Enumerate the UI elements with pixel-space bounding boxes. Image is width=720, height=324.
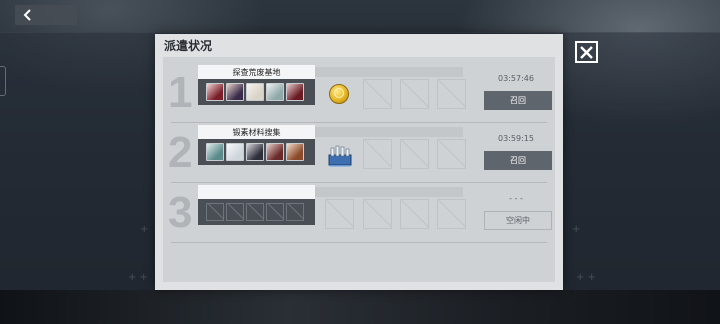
recall-button[interactable]: 召回: [484, 151, 552, 170]
background-bottom-bar: [0, 290, 720, 324]
dispatch-list: 1 探查荒废基地 03:57:46 召回 2 锻素材料搜集 03:59:15 召…: [163, 57, 555, 282]
character-portrait: [286, 143, 304, 161]
dispatch-timer: 03:59:15: [498, 134, 534, 143]
team-box[interactable]: [198, 199, 315, 225]
empty-reward-slot: [437, 199, 466, 229]
reward-slot[interactable]: [325, 139, 354, 169]
empty-character-slot: [206, 203, 224, 221]
empty-reward-slot: [400, 199, 429, 229]
row-number: 3: [168, 188, 193, 237]
dispatch-timer: - - -: [509, 194, 523, 203]
empty-reward-slot: [363, 79, 392, 109]
background-side-tab: [0, 66, 6, 96]
empty-reward-slot: [325, 199, 354, 229]
empty-reward-slot: [363, 199, 392, 229]
mission-name: 锻素材料搜集: [198, 125, 315, 139]
character-portrait: [226, 83, 244, 101]
character-portrait: [266, 83, 284, 101]
empty-reward-slot: [400, 139, 429, 169]
character-portrait: [206, 83, 224, 101]
character-portrait: [246, 83, 264, 101]
background-plus-mark: +: [140, 224, 149, 235]
dispatch-row: 3 - - - 空闲中: [163, 183, 555, 243]
empty-reward-slot: [437, 139, 466, 169]
close-icon: [580, 45, 593, 59]
background-plus-mark: +: [572, 224, 581, 235]
row-divider: [171, 242, 547, 243]
idle-status-button[interactable]: 空闲中: [484, 211, 552, 230]
coin-inner-ring: [334, 88, 344, 98]
empty-reward-slot: [400, 79, 429, 109]
row-number: 2: [168, 128, 193, 177]
empty-reward-slot: [437, 79, 466, 109]
team-box[interactable]: [198, 139, 315, 165]
modal-title: 派遣状况: [164, 39, 213, 53]
ammo-crate-icon: [328, 145, 352, 167]
character-portrait: [206, 143, 224, 161]
close-button[interactable]: [575, 41, 598, 63]
back-arrow-icon: [23, 9, 31, 21]
empty-character-slot: [266, 203, 284, 221]
recall-button[interactable]: 召回: [484, 91, 552, 110]
dispatch-timer: 03:57:46: [498, 74, 534, 83]
character-portrait: [226, 143, 244, 161]
dispatch-modal: 派遣状况 1 探查荒废基地 03:57:46 召回 2 锻素材料搜集 03:59…: [155, 34, 563, 290]
background-plus-mark: + +: [128, 272, 148, 283]
dispatch-row: 2 锻素材料搜集 03:59:15 召回: [163, 123, 555, 183]
row-number: 1: [168, 68, 193, 117]
empty-reward-slot: [363, 139, 392, 169]
reward-slot[interactable]: [325, 79, 354, 109]
empty-character-slot: [246, 203, 264, 221]
mission-name: 探查荒废基地: [198, 65, 315, 79]
team-box[interactable]: [198, 79, 315, 105]
character-portrait: [286, 83, 304, 101]
back-button[interactable]: [15, 5, 77, 25]
character-portrait: [246, 143, 264, 161]
dispatch-row: 1 探查荒废基地 03:57:46 召回: [163, 63, 555, 123]
empty-character-slot: [286, 203, 304, 221]
mission-name: [198, 185, 315, 199]
background-plus-mark: + +: [576, 272, 596, 283]
character-portrait: [266, 143, 284, 161]
empty-character-slot: [226, 203, 244, 221]
